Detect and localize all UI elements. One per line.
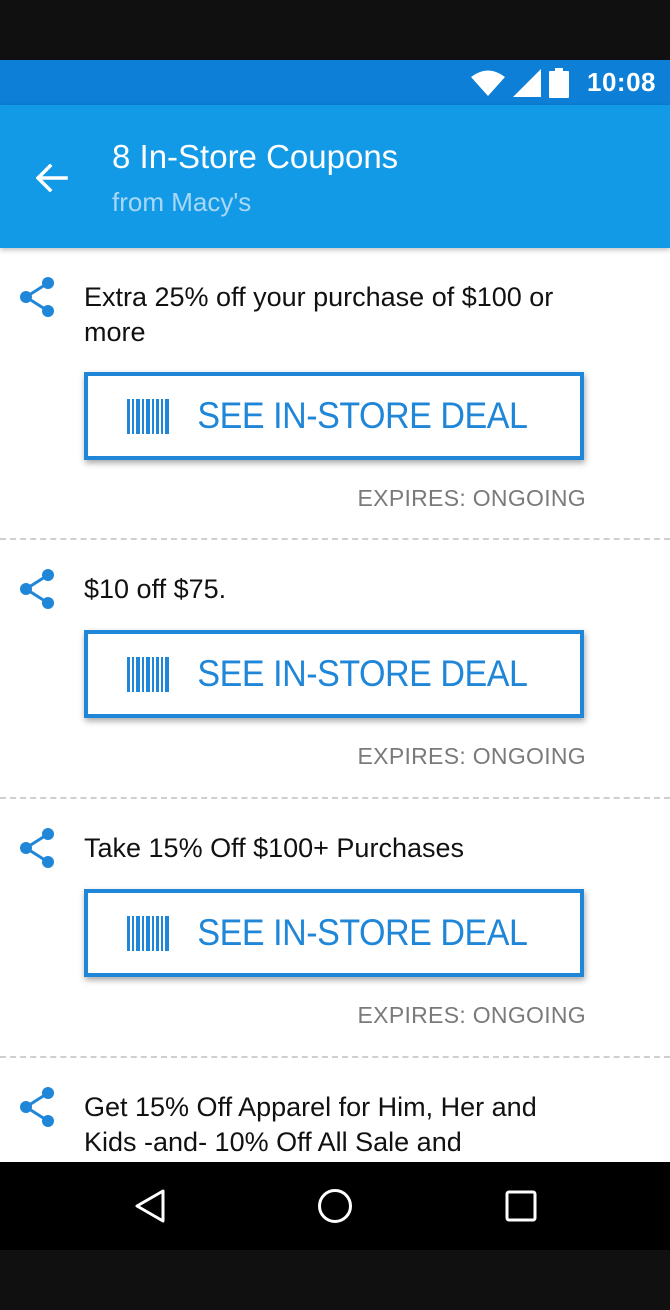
share-icon[interactable]: [18, 568, 56, 610]
barcode-icon: [126, 915, 169, 951]
nav-home-icon: [318, 1189, 352, 1223]
coupon-description: Take 15% Off $100+ Purchases: [84, 833, 464, 863]
cell-signal-icon: [513, 68, 541, 97]
page-subtitle: from Macy's: [112, 187, 252, 217]
expires-label: EXPIRES: ONGOING: [357, 1002, 586, 1028]
coupon-description: $10 off $75.: [84, 574, 227, 604]
share-icon[interactable]: [18, 827, 56, 869]
deal-button-label: SEE IN-STORE DEAL: [196, 653, 528, 694]
expires-label: EXPIRES: ONGOING: [357, 743, 586, 769]
coupon-item: Take 15% Off $100+ Purchases SEE IN-STOR…: [0, 799, 670, 1058]
barcode-icon: [126, 398, 169, 434]
share-icon[interactable]: [18, 276, 56, 318]
coupon-list[interactable]: Extra 25% off your purchase of $100 or m…: [0, 248, 670, 1162]
wifi-icon: [471, 70, 505, 96]
expires-label: EXPIRES: ONGOING: [357, 485, 586, 511]
coupon-description: Get 15% Off Apparel for Him, Her and Kid…: [84, 1092, 537, 1157]
status-clock: 10:08: [587, 67, 656, 97]
navigation-bar: [0, 1162, 670, 1250]
top-letterbox: [0, 0, 670, 60]
nav-back-icon: [135, 1189, 165, 1223]
nav-home-button[interactable]: [290, 1162, 380, 1250]
coupon-item: Extra 25% off your purchase of $100 or m…: [0, 248, 670, 540]
share-icon[interactable]: [18, 1086, 56, 1128]
nav-recents-button[interactable]: [476, 1162, 566, 1250]
status-bar: 10:08: [0, 60, 670, 105]
back-button[interactable]: [22, 150, 82, 206]
battery-icon: [549, 67, 569, 98]
coupon-item: Get 15% Off Apparel for Him, Her and Kid…: [0, 1058, 670, 1162]
nav-back-button[interactable]: [105, 1162, 195, 1250]
deal-button-label: SEE IN-STORE DEAL: [196, 395, 528, 436]
barcode-icon: [126, 656, 169, 692]
app-bar: 8 In-Store Coupons from Macy's: [0, 105, 670, 248]
see-in-store-deal-button[interactable]: SEE IN-STORE DEAL: [84, 372, 584, 460]
bottom-letterbox: [0, 1250, 670, 1310]
coupon-description: Extra 25% off your purchase of $100 or m…: [84, 282, 554, 347]
see-in-store-deal-button[interactable]: SEE IN-STORE DEAL: [84, 889, 584, 977]
back-arrow-icon: [36, 164, 68, 192]
coupon-item: $10 off $75. SEE IN-STORE DEAL EXPIRES: …: [0, 540, 670, 799]
deal-button-label: SEE IN-STORE DEAL: [196, 912, 528, 953]
nav-recents-icon: [505, 1190, 537, 1222]
page-title: 8 In-Store Coupons: [112, 138, 399, 175]
see-in-store-deal-button[interactable]: SEE IN-STORE DEAL: [84, 630, 584, 718]
